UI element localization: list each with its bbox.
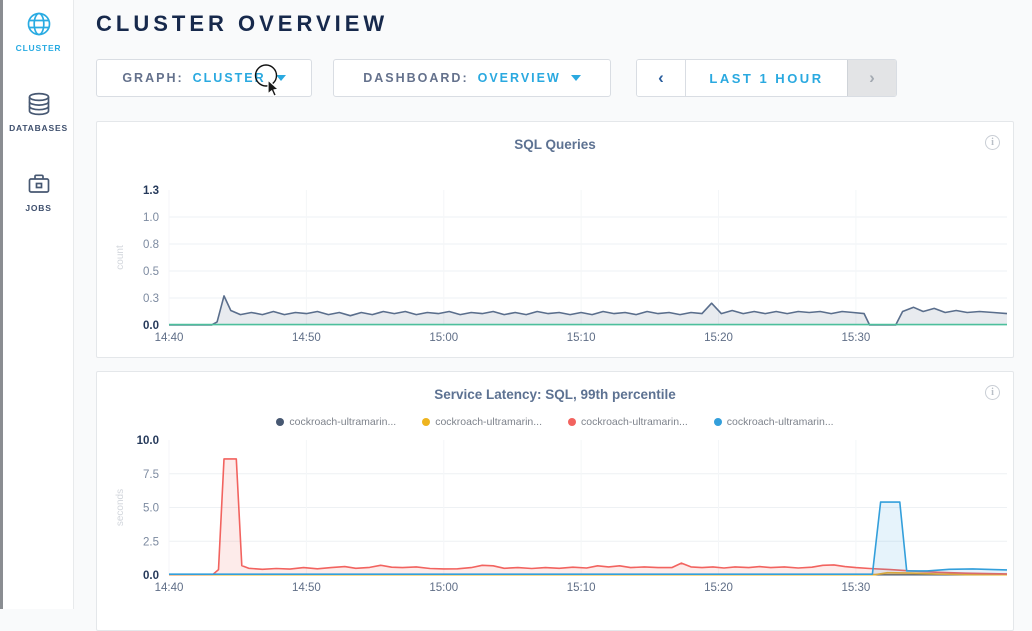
y-tick-label: 0.0 [143, 320, 159, 332]
time-window-prev-button[interactable]: ‹ [637, 60, 686, 96]
time-window-next-button[interactable]: › [847, 60, 896, 96]
sidebar-item-jobs[interactable]: JOBS [3, 170, 74, 213]
x-tick-label: 15:10 [567, 332, 596, 344]
y-tick-label: 10.0 [137, 435, 159, 447]
sql-queries-panel: SQL Queries i 1.31.00.80.50.30.014:4014:… [96, 121, 1014, 358]
x-tick-label: 14:40 [155, 332, 184, 344]
x-tick-label: 14:50 [292, 582, 321, 594]
x-tick-label: 15:20 [704, 332, 733, 344]
series-area [169, 502, 1007, 575]
sidebar-item-label: JOBS [3, 203, 74, 213]
y-axis-unit-label: count [115, 245, 126, 270]
chevron-down-icon [571, 75, 581, 81]
page-title: CLUSTER OVERVIEW [96, 11, 388, 37]
y-tick-label: 0.3 [143, 293, 159, 305]
y-tick-label: 0.8 [143, 239, 159, 251]
sql-queries-chart: 1.3 1.0 0.8 0.5 0.3 0.014:40 14:50 15:00 15:10 15… [97, 122, 1015, 359]
y-tick-label: 0.0 [143, 570, 159, 582]
service-latency-chart: 10.0 7.5 5.0 2.5 0.014:40 14:50 15:00 15:10 15:2… [97, 372, 1015, 609]
graph-dropdown-value: CLUSTER [193, 71, 266, 85]
y-tick-label: 1.0 [143, 212, 159, 224]
dashboard-dropdown-label: DASHBOARD: [363, 71, 468, 85]
sidebar-item-databases[interactable]: DATABASES [3, 90, 74, 133]
x-tick-label: 15:30 [841, 332, 870, 344]
series-area [169, 296, 1007, 325]
graph-dropdown[interactable]: GRAPH: CLUSTER [96, 59, 312, 97]
globe-icon [25, 10, 53, 38]
sidebar-item-label: CLUSTER [3, 43, 74, 53]
x-tick-label: 14:40 [155, 582, 184, 594]
y-tick-label: 1.3 [143, 185, 159, 197]
sidebar-item-label: DATABASES [3, 123, 74, 133]
dashboard-dropdown[interactable]: DASHBOARD: OVERVIEW [333, 59, 611, 97]
x-tick-label: 14:50 [292, 332, 321, 344]
time-window-selector: ‹ LAST 1 HOUR › [636, 59, 897, 97]
sidebar-item-cluster[interactable]: CLUSTER [3, 10, 74, 53]
database-icon [25, 90, 53, 118]
service-latency-panel: Service Latency: SQL, 99th percentile i … [96, 371, 1014, 631]
x-tick-label: 15:10 [567, 582, 596, 594]
dashboard-dropdown-value: OVERVIEW [478, 71, 561, 85]
graph-dropdown-label: GRAPH: [122, 71, 183, 85]
y-tick-label: 5.0 [143, 503, 159, 515]
y-tick-label: 2.5 [143, 536, 159, 548]
x-tick-label: 15:00 [429, 332, 458, 344]
x-tick-label: 15:20 [704, 582, 733, 594]
y-tick-label: 0.5 [143, 266, 159, 278]
x-tick-label: 15:00 [429, 582, 458, 594]
y-axis-unit-label: seconds [115, 489, 126, 526]
briefcase-icon [25, 170, 53, 198]
sidebar: CLUSTER DATABASES JOBS [3, 0, 74, 609]
y-tick-label: 7.5 [143, 469, 159, 481]
chevron-down-icon [276, 75, 286, 81]
x-tick-label: 15:30 [841, 582, 870, 594]
time-window-label[interactable]: LAST 1 HOUR [686, 60, 847, 96]
